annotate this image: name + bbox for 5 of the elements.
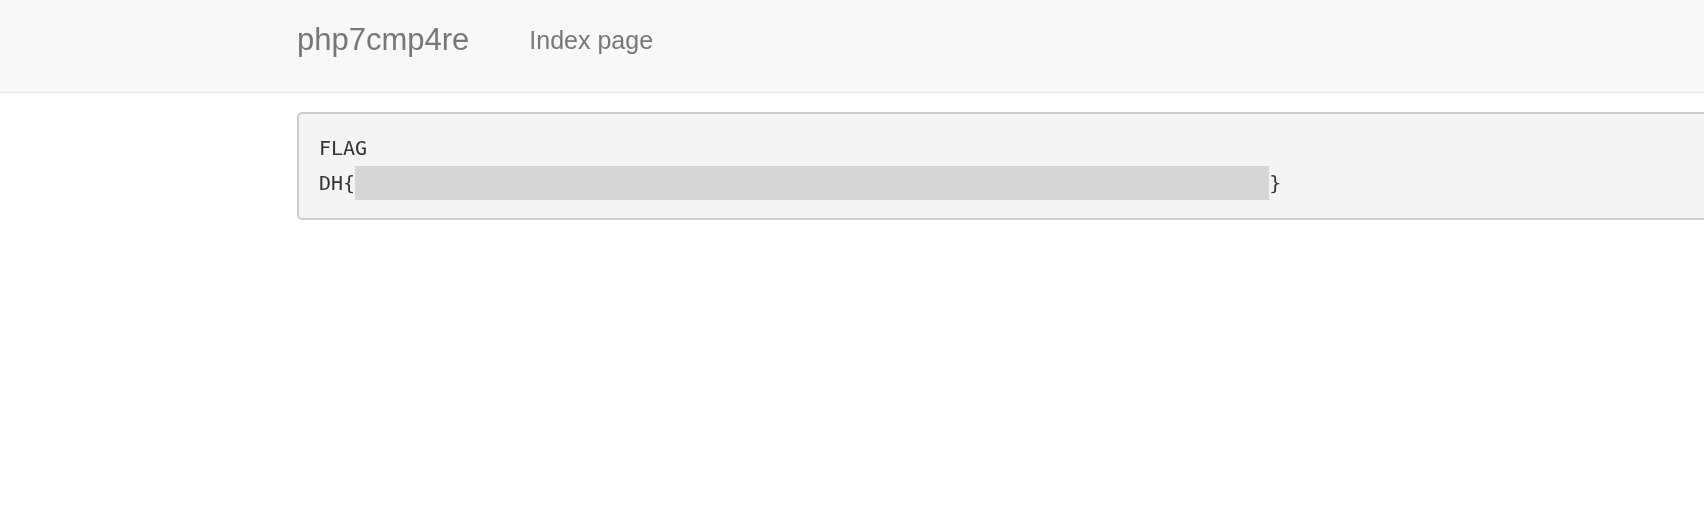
flag-prefix: DH{ [319, 171, 356, 195]
flag-suffix: } [1269, 171, 1282, 195]
brand-link[interactable]: php7cmp4re [297, 22, 470, 58]
nav-link[interactable]: Index page [529, 25, 654, 55]
flag-label: FLAG [319, 136, 369, 160]
